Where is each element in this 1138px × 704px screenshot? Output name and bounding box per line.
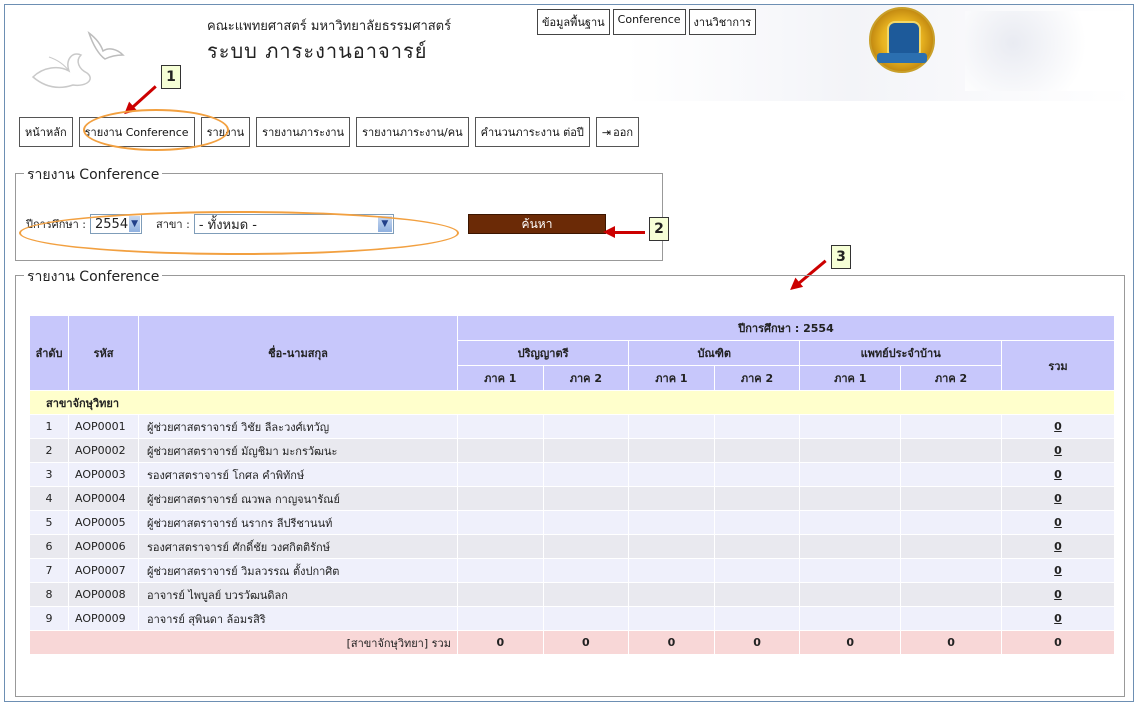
header-graduate: บัณฑิต (628, 340, 801, 366)
row-code: AOP0008 (68, 582, 139, 607)
header-name: ชื่อ-นามสกุล (138, 315, 458, 391)
row-code: AOP0005 (68, 510, 139, 535)
row-total-link[interactable]: 0 (1054, 468, 1062, 481)
row-order: 7 (29, 558, 69, 583)
row-name: ผู้ช่วยศาสตราจารย์ มัญชิมา มะกรวัฒนะ (138, 438, 458, 463)
top-nav-basic-data[interactable]: ข้อมูลพื้นฐาน (537, 9, 610, 35)
header-term2: ภาค 2 (713, 365, 801, 391)
header-bachelor: ปริญญาตรี (456, 340, 630, 366)
group-row: สาขาจักษุวิทยา (29, 390, 1115, 415)
row-name: ผู้ช่วยศาสตราจารย์ วิชัย ลีละวงศ์เทวัญ (138, 414, 458, 439)
header-order: ลำดับ (29, 315, 69, 391)
table-row: 9 AOP0009 อาจารย์ สุพินดา ล้อมรสิริ 0 (29, 606, 1115, 631)
nav-workload-per-person[interactable]: รายงานภาระงาน/คน (356, 117, 469, 147)
top-nav: ข้อมูลพื้นฐาน Conference งานวิชาการ (537, 9, 757, 35)
app-frame: คณะแพทยศาสตร์ มหาวิทยาลัยธรรมศาสตร์ ระบบ… (4, 4, 1134, 702)
table-row: 4 AOP0004 ผู้ช่วยศาสตราจารย์ ณวพล กาญจนา… (29, 486, 1115, 511)
search-button[interactable]: ค้นหา (468, 214, 606, 234)
row-total-link[interactable]: 0 (1054, 588, 1062, 601)
total-cell: 0 (799, 630, 902, 655)
total-cell: 0 (900, 630, 1002, 655)
nav-calc-workload-yearly[interactable]: คำนวนภาระงาน ต่อปี (474, 117, 590, 147)
row-code: AOP0004 (68, 486, 139, 511)
row-code: AOP0003 (68, 462, 139, 487)
table-row: 7 AOP0007 ผู้ช่วยศาสตราจารย์ วิมลวรรณ ตั… (29, 558, 1115, 583)
callout-2-arrow-icon (603, 226, 645, 238)
nav-workload-report[interactable]: รายงานภาระงาน (256, 117, 351, 147)
row-name: ผู้ช่วยศาสตราจารย์ ณวพล กาญจนารัณย์ (138, 486, 458, 511)
nav-logout[interactable]: ออก (595, 117, 639, 147)
report-table: ลำดับ รหัส ชื่อ-นามสกุล ปีการศึกษา : 255… (29, 315, 1115, 655)
row-code: AOP0009 (68, 606, 139, 631)
row-name: รองศาสตราจารย์ ศักดิ์ชัย วงศกิตติรักษ์ (138, 534, 458, 559)
dove-small-icon (87, 30, 125, 60)
row-name: รองศาสตราจารย์ โกศล คำพิทักษ์ (138, 462, 458, 487)
header-total: รวม (1001, 340, 1115, 391)
header-year: ปีการศึกษา : 2554 (457, 315, 1115, 341)
row-code: AOP0002 (68, 438, 139, 463)
group-name: สาขาจักษุวิทยา (29, 390, 1115, 415)
row-total-link[interactable]: 0 (1054, 516, 1062, 529)
total-cell: 0 (457, 630, 544, 655)
header-resident: แพทย์ประจำบ้าน (799, 340, 1002, 366)
system-title: ระบบ ภาระงานอาจารย์ (207, 39, 428, 63)
row-total-link[interactable]: 0 (1054, 564, 1062, 577)
header-term1: ภาค 1 (628, 365, 715, 391)
row-order: 4 (29, 486, 69, 511)
row-order: 8 (29, 582, 69, 607)
table-row: 8 AOP0008 อาจารย์ ไพบูลย์ บวรวัฒนดิลก 0 (29, 582, 1115, 607)
header-code: รหัส (68, 315, 139, 391)
highlight-oval-1 (83, 109, 229, 151)
total-cell: 0 (628, 630, 715, 655)
row-code: AOP0006 (68, 534, 139, 559)
callout-3: 3 (831, 245, 851, 269)
header-term2: ภาค 2 (542, 365, 630, 391)
row-order: 2 (29, 438, 69, 463)
row-code: AOP0001 (68, 414, 139, 439)
row-code: AOP0007 (68, 558, 139, 583)
total-cell: 0 (542, 630, 630, 655)
institution-name: คณะแพทยศาสตร์ มหาวิทยาลัยธรรมศาสตร์ (207, 19, 452, 34)
row-total-link[interactable]: 0 (1054, 420, 1062, 433)
header-term2: ภาค 2 (900, 365, 1002, 391)
total-cell: 0 (713, 630, 801, 655)
top-nav-academic[interactable]: งานวิชาการ (688, 9, 757, 35)
row-order: 1 (29, 414, 69, 439)
report-legend: รายงาน Conference (24, 266, 163, 288)
row-order: 9 (29, 606, 69, 631)
row-name: อาจารย์ ไพบูลย์ บวรวัฒนดิลก (138, 582, 458, 607)
table-row: 1 AOP0001 ผู้ช่วยศาสตราจารย์ วิชัย ลีละว… (29, 414, 1115, 439)
callout-2: 2 (649, 217, 669, 241)
nav-home[interactable]: หน้าหลัก (19, 117, 73, 147)
total-row: [สาขาจักษุวิทยา] รวม 0 0 0 0 0 0 0 (29, 630, 1115, 655)
table-row: 6 AOP0006 รองศาสตราจารย์ ศักดิ์ชัย วงศกิ… (29, 534, 1115, 559)
row-total-link[interactable]: 0 (1054, 444, 1062, 457)
row-total-link[interactable]: 0 (1054, 612, 1062, 625)
total-row-label: [สาขาจักษุวิทยา] รวม (29, 630, 458, 655)
row-order: 3 (29, 462, 69, 487)
row-order: 5 (29, 510, 69, 535)
top-nav-conference[interactable]: Conference (612, 9, 686, 35)
row-total-link[interactable]: 0 (1054, 492, 1062, 505)
search-legend: รายงาน Conference (24, 164, 163, 186)
row-total-link[interactable]: 0 (1054, 540, 1062, 553)
callout-1: 1 (161, 65, 181, 89)
row-order: 6 (29, 534, 69, 559)
table-row: 2 AOP0002 ผู้ช่วยศาสตราจารย์ มัญชิมา มะก… (29, 438, 1115, 463)
table-row: 5 AOP0005 ผู้ช่วยศาสตราจารย์ นรากร ลีปรี… (29, 510, 1115, 535)
university-seal-icon (869, 7, 935, 73)
total-cell: 0 (1001, 630, 1115, 655)
decorative-blossom (965, 11, 1125, 91)
row-name: ผู้ช่วยศาสตราจารย์ วิมลวรรณ ตั้งปกาศิต (138, 558, 458, 583)
row-name: อาจารย์ สุพินดา ล้อมรสิริ (138, 606, 458, 631)
highlight-oval-2 (19, 211, 459, 255)
header-term1: ภาค 1 (799, 365, 902, 391)
header-term1: ภาค 1 (457, 365, 544, 391)
table-row: 3 AOP0003 รองศาสตราจารย์ โกศล คำพิทักษ์ … (29, 462, 1115, 487)
row-name: ผู้ช่วยศาสตราจารย์ นรากร ลีปรีชานนท์ (138, 510, 458, 535)
